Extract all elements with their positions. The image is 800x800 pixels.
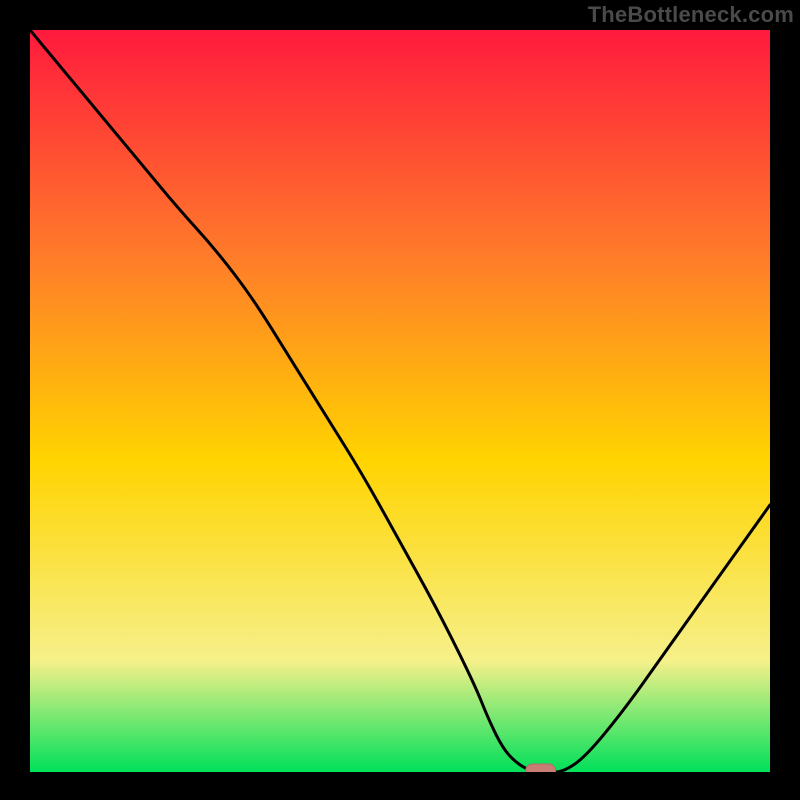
plot-area [30,30,770,772]
chart-frame: TheBottleneck.com [0,0,800,800]
optimum-marker [526,764,556,772]
watermark-text: TheBottleneck.com [588,2,794,28]
plot-svg [30,30,770,772]
